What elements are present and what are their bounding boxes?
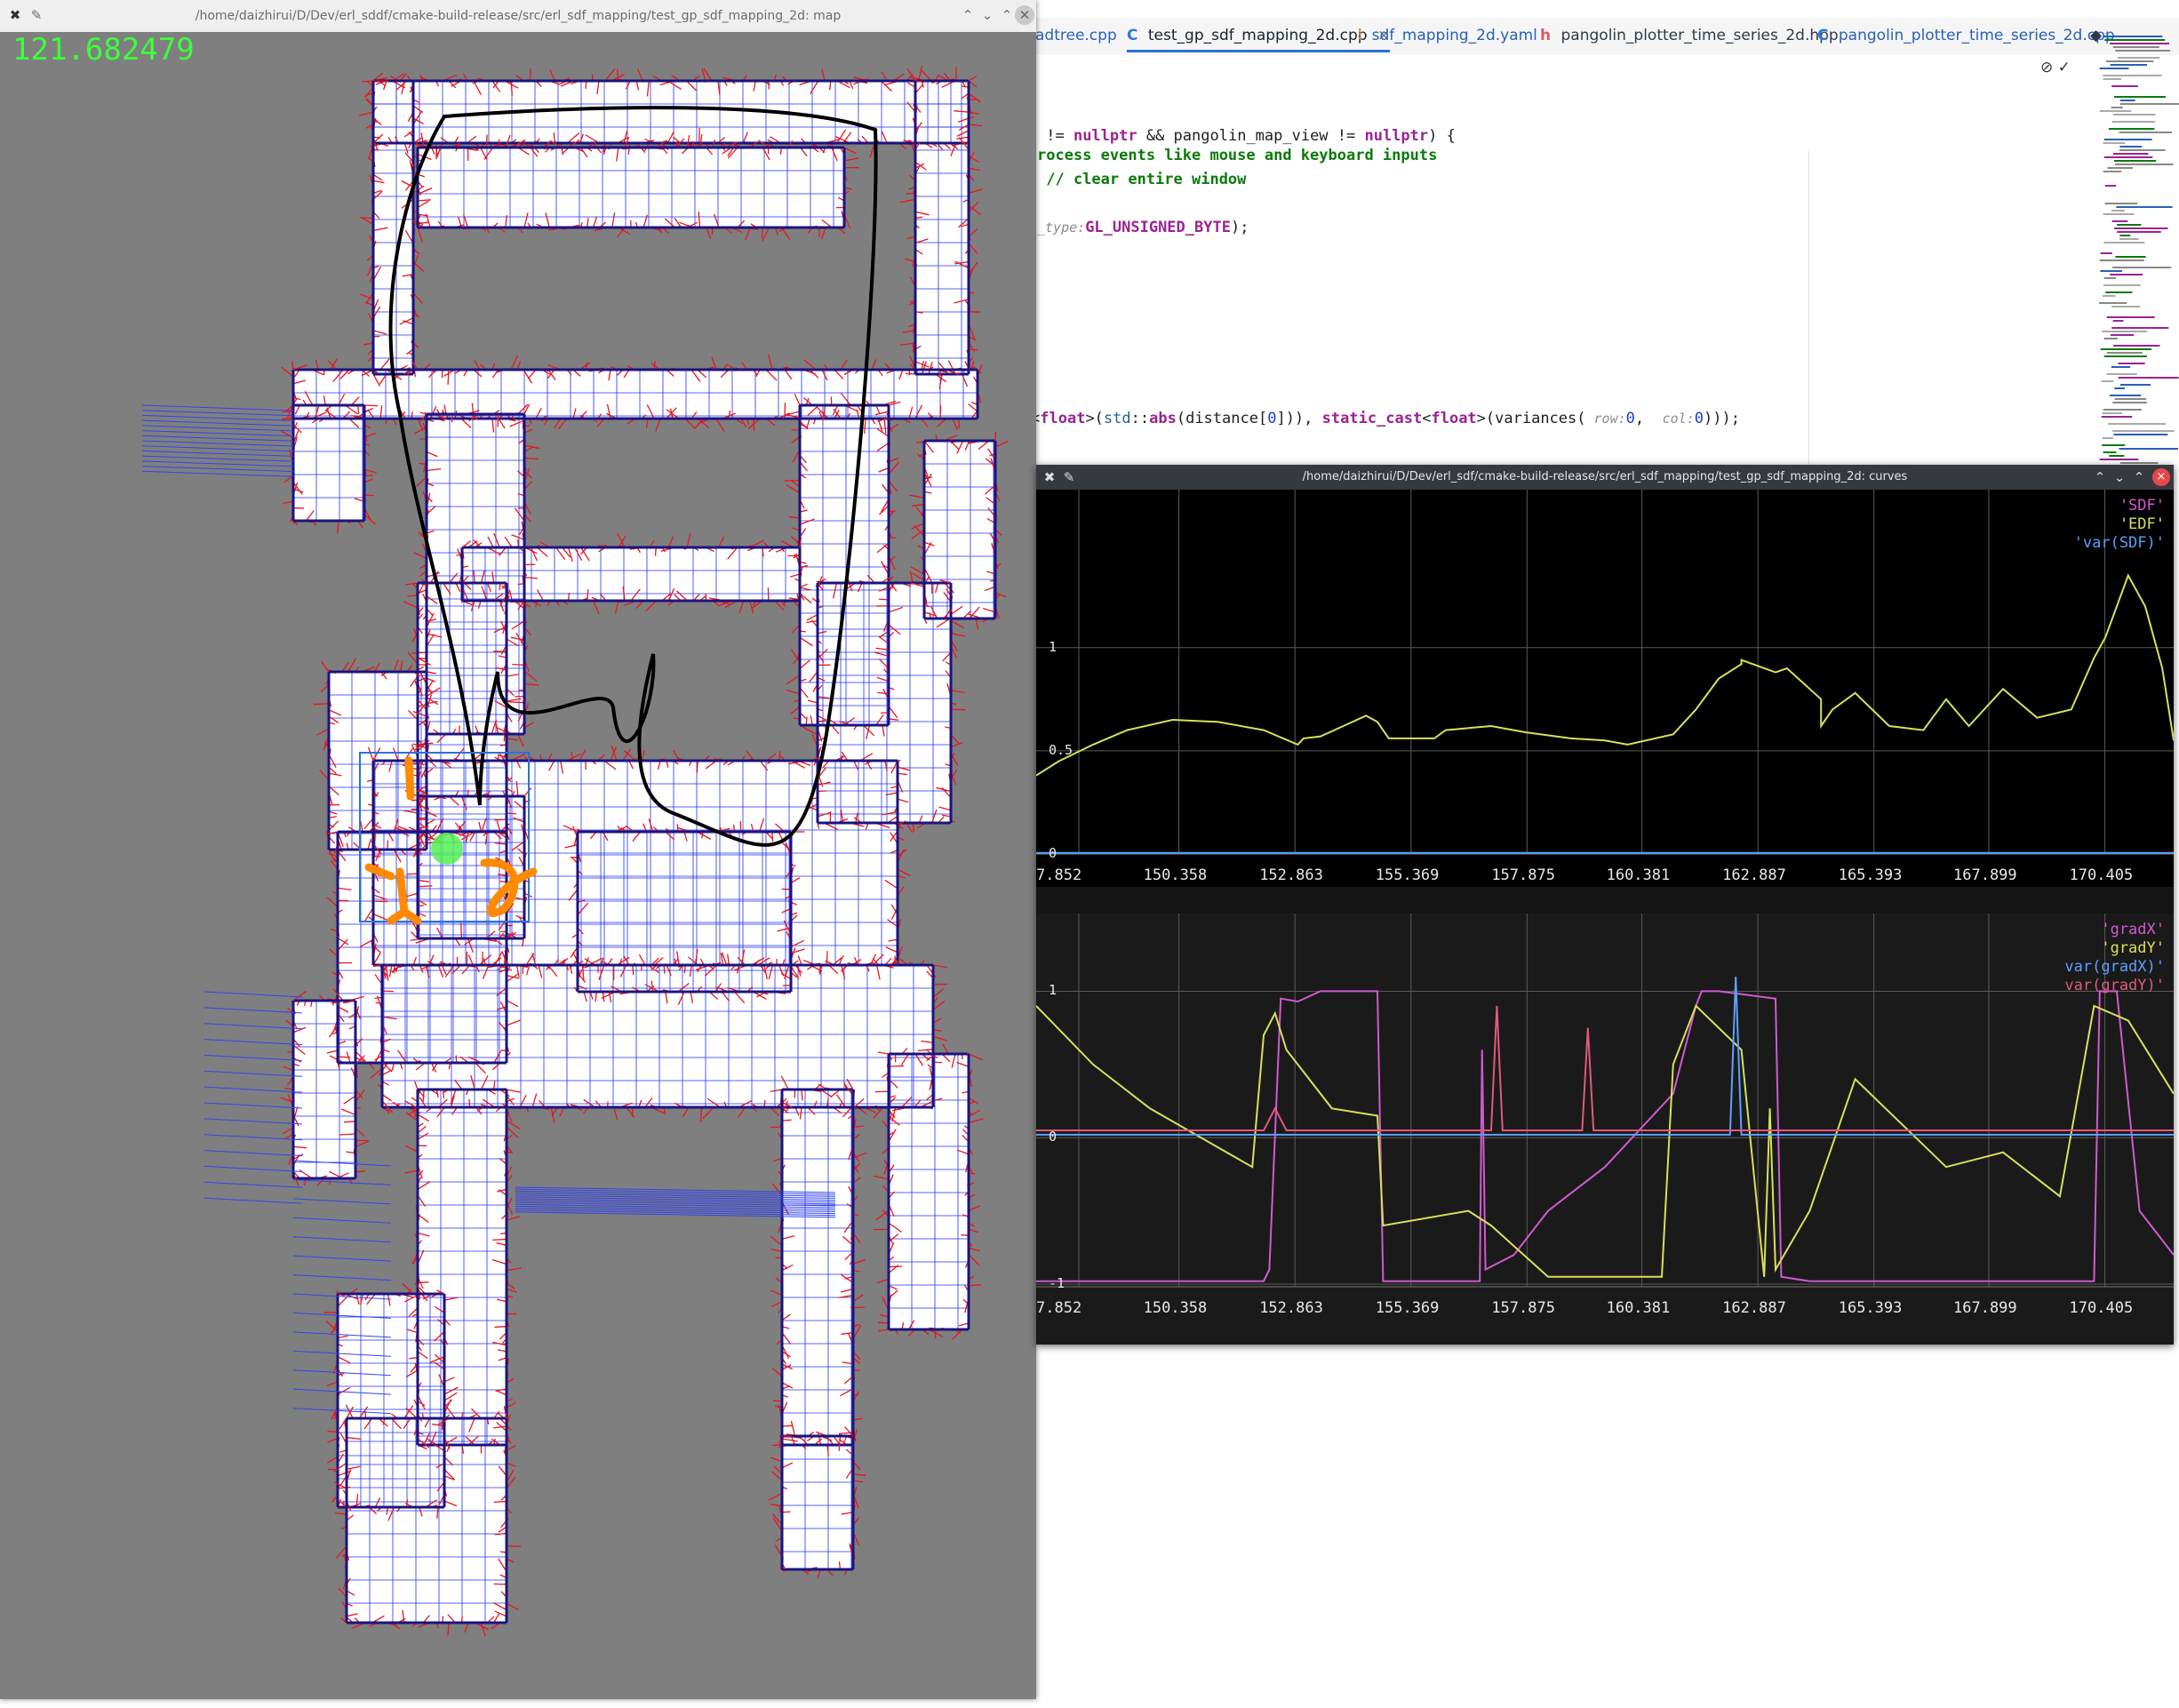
x-tick-label: 162.887 <box>1722 1299 1786 1317</box>
tab-test-gp-sdf-mapping-2d[interactable]: C test_gp_sdf_mapping_2d.cpp × <box>1127 27 1391 52</box>
close-icon[interactable]: ✕ <box>1015 5 1034 25</box>
legend-entry: 'EDF' <box>2119 515 2165 533</box>
x-tick-label: 165.393 <box>1838 1299 1903 1317</box>
legend-entry: 'var(SDF)' <box>2073 534 2165 552</box>
x-tick-label: 7.852 <box>1036 1299 1082 1317</box>
code-line: _type:GL_UNSIGNED_BYTE); <box>1037 219 1249 236</box>
x-tick-label: 162.887 <box>1722 866 1786 884</box>
minimize-icon[interactable]: ⌄ <box>2110 467 2129 487</box>
x-tick-label: 167.899 <box>1953 866 2017 884</box>
x-tick-label: 155.369 <box>1375 866 1440 884</box>
tab-adtree[interactable]: adtree.cpp <box>1035 27 1117 44</box>
x-tick-label: 7.852 <box>1036 866 1082 884</box>
map-window-title: /home/daizhirui/D/Dev/erl_sddf/cmake-bui… <box>195 9 842 23</box>
legend-entry: var(gradY)' <box>2064 977 2165 994</box>
cpp-file-icon: C <box>1127 27 1138 44</box>
code-minimap[interactable] <box>2090 36 2179 498</box>
maximize-icon[interactable]: ⌃ <box>2129 467 2149 487</box>
keep-above-icon[interactable]: ⌃ <box>2090 467 2110 487</box>
tab-label: adtree.cpp <box>1035 27 1117 44</box>
header-file-icon: h <box>1540 27 1552 44</box>
y-tick-label: -1 <box>1049 1275 1066 1292</box>
y-tick-label: 0.5 <box>1049 741 1074 758</box>
x-tick-label: 150.358 <box>1143 866 1208 884</box>
y-tick-label: 0 <box>1049 1129 1058 1145</box>
tab-label: pangolin_plotter_time_series_2d.hpp <box>1560 27 1839 44</box>
gradient-plot-panel[interactable]: 7.852 150.358 152.863 155.369 157.875 160.381… <box>1036 914 2174 1345</box>
cpp-file-icon: C <box>1817 27 1829 44</box>
legend-entry: 'gradX' <box>2101 921 2165 938</box>
legend-entry: 'gradY' <box>2101 939 2165 957</box>
curves-window-title: /home/daizhirui/D/Dev/erl_sdf/cmake-buil… <box>1302 470 1908 483</box>
tab-label: sdf_mapping_2d.yaml <box>1371 27 1537 44</box>
series-line-gradx <box>1036 990 2174 1282</box>
yaml-file-icon: ⫶ <box>1358 27 1362 44</box>
x-tick-label: 150.358 <box>1143 1299 1208 1317</box>
x-tick-label: 170.405 <box>2069 1299 2134 1317</box>
curves-window-titlebar[interactable]: ✖ ✎ /home/daizhirui/D/Dev/erl_sdf/cmake-… <box>1036 465 2174 490</box>
code-comment: // clear entire window <box>1037 171 1247 188</box>
tab-sdf-mapping-yaml[interactable]: ⫶ sdf_mapping_2d.yaml <box>1358 27 1537 44</box>
y-tick-label: 1 <box>1049 638 1058 655</box>
map-window[interactable]: ✖ ✎ /home/daizhirui/D/Dev/erl_sddf/cmake… <box>0 0 1036 1699</box>
x-tick-label: 167.899 <box>1953 1299 2017 1317</box>
panel-separator <box>1036 887 2174 914</box>
tab-plotter-hpp[interactable]: h pangolin_plotter_time_series_2d.hpp <box>1540 27 1839 44</box>
sdf-plot-panel[interactable]: 7.852 150.358 152.863 155.369 157.875 160.381… <box>1036 490 2174 887</box>
code-line: <float>(std::abs(distance[0])), static_c… <box>1031 410 1740 427</box>
tab-label: test_gp_sdf_mapping_2d.cpp <box>1147 27 1368 44</box>
gradient-plot-svg[interactable] <box>1036 914 2174 1345</box>
keep-above-icon[interactable]: ⌃ <box>958 5 978 25</box>
occupancy-map <box>141 66 1009 1637</box>
legend-entry: 'SDF' <box>2119 497 2165 515</box>
series-line-grady <box>1036 1004 2174 1278</box>
tab-label: pangolin_plotter_time_series_2d.cpp <box>1838 27 2115 44</box>
editor-status-icons[interactable]: ⊘ ✓ <box>2040 59 2071 76</box>
editor-tab-bar: adtree.cpp C test_gp_sdf_mapping_2d.cpp … <box>1031 18 2179 56</box>
code-comment: rocess events like mouse and keyboard in… <box>1037 147 1438 164</box>
x-tick-label: 170.405 <box>2069 866 2134 884</box>
tab-plotter-cpp[interactable]: C pangolin_plotter_time_series_2d.cpp <box>1817 27 2115 44</box>
minimize-icon[interactable]: ⌄ <box>978 5 997 25</box>
robot-marker <box>431 833 463 865</box>
map-canvas[interactable] <box>0 32 1036 1699</box>
series-line-edf <box>1036 573 2174 777</box>
x-tick-label: 152.863 <box>1259 1299 1323 1317</box>
series-line-vargradx <box>1036 976 2174 1136</box>
x-tick-label: 160.381 <box>1606 1299 1671 1317</box>
sdf-plot-svg[interactable] <box>1036 490 2174 887</box>
timer-readout: 121.682479 <box>12 32 195 68</box>
code-line: != nullptr && pangolin_map_view != nullp… <box>1037 127 1456 145</box>
series-line-vargrady <box>1036 1005 2174 1131</box>
x-tick-label: 160.381 <box>1606 866 1671 884</box>
x-tick-label: 165.393 <box>1838 866 1903 884</box>
legend-entry: var(gradX)' <box>2064 958 2165 976</box>
curves-window[interactable]: ✖ ✎ /home/daizhirui/D/Dev/erl_sdf/cmake-… <box>1036 465 2174 1345</box>
maximize-icon[interactable]: ⌃ <box>997 5 1017 25</box>
map-window-titlebar[interactable]: ✖ ✎ /home/daizhirui/D/Dev/erl_sddf/cmake… <box>0 0 1036 32</box>
x-tick-label: 152.863 <box>1259 866 1323 884</box>
x-tick-label: 155.369 <box>1375 1299 1440 1317</box>
close-icon[interactable]: × <box>2152 468 2170 486</box>
y-tick-label: 0 <box>1049 845 1058 861</box>
x-tick-label: 157.875 <box>1491 1299 1555 1317</box>
editor-vertical-guide <box>1808 151 1809 471</box>
y-tick-label: 1 <box>1049 982 1058 999</box>
x-tick-label: 157.875 <box>1491 866 1555 884</box>
